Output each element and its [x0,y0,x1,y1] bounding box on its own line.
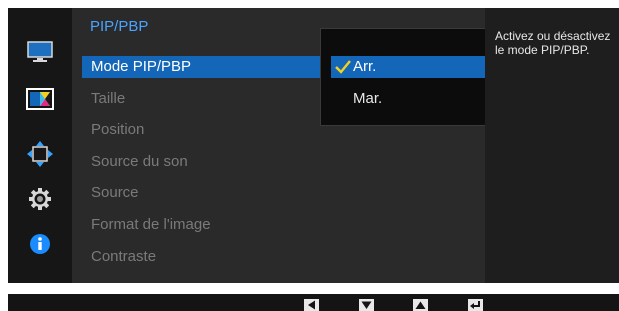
menu-title: PIP/PBP [90,18,149,35]
picture-icon[interactable] [24,38,56,66]
osd-window: PIP/PBP Mode PIP/PBP Taille Position Sou… [8,8,619,283]
help-panel: Activez ou désactivez le mode PIP/PBP. [485,8,619,283]
menu-item-source: Source [91,184,139,201]
size-position-icon[interactable] [24,140,56,168]
menu-item-position: Position [91,121,145,138]
menu-item-source-du-son: Source du son [91,153,188,170]
left-key-icon[interactable] [304,299,319,311]
information-icon[interactable] [24,230,56,258]
help-text: Activez ou désactivez le mode PIP/PBP. [495,29,611,57]
menu-item-format-image: Format de l'image [91,216,211,233]
enter-key-icon[interactable] [468,299,483,311]
option-arr-label: Arr. [353,58,377,75]
checkmark-icon [335,59,351,81]
up-key-icon[interactable] [413,299,428,311]
menu-item-contraste: Contraste [91,248,157,265]
option-mar-label: Mar. [353,90,383,107]
category-sidebar [8,8,72,283]
menu-item-mode-pip-pbp[interactable]: Mode PIP/PBP [82,56,322,78]
down-key-icon[interactable] [359,299,374,311]
settings-icon[interactable] [24,185,56,213]
color-icon[interactable] [24,85,56,113]
menu-item-taille: Taille [91,90,126,107]
pip-pbp-menu: PIP/PBP Mode PIP/PBP Taille Position Sou… [72,8,532,283]
key-guide-bar [8,294,619,311]
